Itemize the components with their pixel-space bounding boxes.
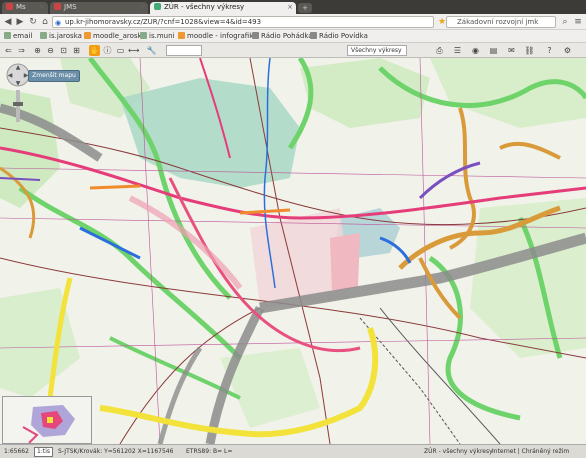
tab-3[interactable]: ZÚR - všechny výkresy × xyxy=(150,2,296,14)
page-title-status: ZÚR - všechny výkresy xyxy=(424,448,493,455)
map-canvas[interactable]: ▲ ▼ ◀ ▶ Zmenšit mapu xyxy=(0,58,586,444)
zone-status: Internet | Chráněný režim xyxy=(492,448,570,455)
tab-1[interactable]: Ms × xyxy=(2,2,48,14)
bookmark-label: is.muni xyxy=(149,32,175,40)
zoom-box-icon[interactable]: ⊡ xyxy=(58,45,69,56)
search-icon[interactable]: ⌕ xyxy=(559,16,571,28)
bookmark-icon xyxy=(40,32,47,39)
status-bar: 1:65662 1:tis S-JTSK/Krovák: Y=561202 X=… xyxy=(0,444,586,458)
tab-favicon-icon xyxy=(6,3,13,10)
select-icon[interactable]: ▭ xyxy=(115,45,126,56)
bookmark-label: Rádio Pohádka xyxy=(261,32,313,40)
overview-map[interactable] xyxy=(2,396,92,444)
navigation-bar: ◀ ▶ ↻ ⌂ ◉ up.kr-jihomoravsky.cz/ZUR/?cnf… xyxy=(0,14,586,30)
print-icon[interactable]: ⎙ xyxy=(434,45,445,56)
help-icon[interactable]: ? xyxy=(544,45,555,56)
forward-icon[interactable]: ⇒ xyxy=(16,45,27,56)
bookmark-moodle-aroska[interactable]: moodle_aroska xyxy=(84,32,146,40)
bookmark-label: moodle - infografika xyxy=(187,32,258,40)
search-input[interactable] xyxy=(166,45,202,56)
url-text: up.kr-jihomoravsky.cz/ZUR/?cnf=1028&view… xyxy=(65,18,262,26)
tab-2[interactable]: JMS × xyxy=(50,2,148,14)
pan-icon[interactable]: ✋ xyxy=(89,45,100,56)
scale-button[interactable]: 1:tis xyxy=(34,447,53,457)
bookmark-email[interactable]: email xyxy=(4,32,32,40)
back-arrow-icon[interactable]: ◀ xyxy=(2,16,14,28)
reload-icon[interactable]: ↻ xyxy=(27,16,39,28)
home-icon[interactable]: ⌂ xyxy=(39,16,51,28)
back-icon[interactable]: ⇐ xyxy=(3,45,14,56)
mail-icon[interactable]: ✉ xyxy=(506,45,517,56)
layers-icon[interactable]: ☰ xyxy=(452,45,463,56)
zoom-out-icon[interactable]: ⊖ xyxy=(45,45,56,56)
layer-dropdown[interactable]: Všechny výkresy xyxy=(347,45,407,56)
wrench-icon[interactable]: 🔧 xyxy=(146,45,157,56)
bookmark-icon xyxy=(4,32,11,39)
bookmark-label: Rádio Povídka xyxy=(319,32,368,40)
menu-icon[interactable]: ≡ xyxy=(572,16,584,28)
map-graphics xyxy=(0,58,586,444)
bookmark-radio-povidka[interactable]: Rádio Povídka xyxy=(310,32,368,40)
close-icon[interactable]: × xyxy=(287,3,293,11)
tab-label: ZÚR - všechny výkresy xyxy=(164,3,245,11)
close-icon[interactable]: × xyxy=(39,3,45,11)
svg-text:▼: ▼ xyxy=(16,80,21,87)
bookmark-icon xyxy=(252,32,259,39)
bookmark-is-jaroska[interactable]: is.jaroska xyxy=(40,32,82,40)
forward-arrow-icon[interactable]: ▶ xyxy=(14,16,26,28)
measure-icon[interactable]: ⟷ xyxy=(128,45,139,56)
legend-icon[interactable]: ▤ xyxy=(488,45,499,56)
tab-label: Ms xyxy=(16,3,26,11)
globe-icon: ◉ xyxy=(55,19,62,27)
bookmark-radio-pohadka[interactable]: Rádio Pohádka xyxy=(252,32,313,40)
bookmark-icon xyxy=(178,32,185,39)
tab-label: JMS xyxy=(64,3,77,11)
etrs-readout: ETRS89: B= L= xyxy=(186,448,233,455)
bookmark-label: moodle_aroska xyxy=(93,32,146,40)
full-extent-icon[interactable]: ⊞ xyxy=(71,45,82,56)
bookmarks-bar: email is.jaroska moodle_aroska is.muni m… xyxy=(0,30,586,43)
bookmark-label: is.jaroska xyxy=(49,32,82,40)
bookmark-icon xyxy=(310,32,317,39)
tab-strip: Ms × JMS × ZÚR - všechny výkresy × + xyxy=(0,0,586,14)
new-tab-button[interactable]: + xyxy=(298,3,312,13)
bookmark-icon xyxy=(140,32,147,39)
bookmark-icon xyxy=(84,32,91,39)
svg-text:▲: ▲ xyxy=(16,64,21,71)
globe-icon[interactable]: ◉ xyxy=(470,45,481,56)
bookmark-moodle-infografika[interactable]: moodle - infografika xyxy=(178,32,257,40)
map-toolbar: ⇐ ⇒ ⊕ ⊖ ⊡ ⊞ ✋ ⓘ ▭ ⟷ 🔧 Všechny výkresy ⎙ … xyxy=(0,43,586,58)
coordinates-readout: S-JTSK/Krovák: Y=561202 X=1167546 xyxy=(58,448,174,455)
search-input[interactable]: Zákadovní rozvojní jmk xyxy=(446,16,556,28)
url-field[interactable]: ◉ up.kr-jihomoravsky.cz/ZUR/?cnf=1028&vi… xyxy=(52,16,434,28)
tab-favicon-icon xyxy=(54,3,61,10)
search-text: Zákadovní rozvojní jmk xyxy=(457,18,539,26)
info-icon[interactable]: ⓘ xyxy=(102,45,113,56)
shrink-map-button[interactable]: Zmenšit mapu xyxy=(28,70,80,82)
scale-readout: 1:65662 xyxy=(4,448,29,455)
tab-favicon-icon xyxy=(154,3,161,10)
bookmark-label: email xyxy=(13,32,33,40)
svg-text:◀: ◀ xyxy=(8,72,13,79)
zoom-in-icon[interactable]: ⊕ xyxy=(32,45,43,56)
close-icon[interactable]: × xyxy=(139,3,145,11)
link-icon[interactable]: ⛓ xyxy=(524,45,535,56)
settings-icon[interactable]: ⚙ xyxy=(562,45,573,56)
bookmark-is-muni[interactable]: is.muni xyxy=(140,32,174,40)
